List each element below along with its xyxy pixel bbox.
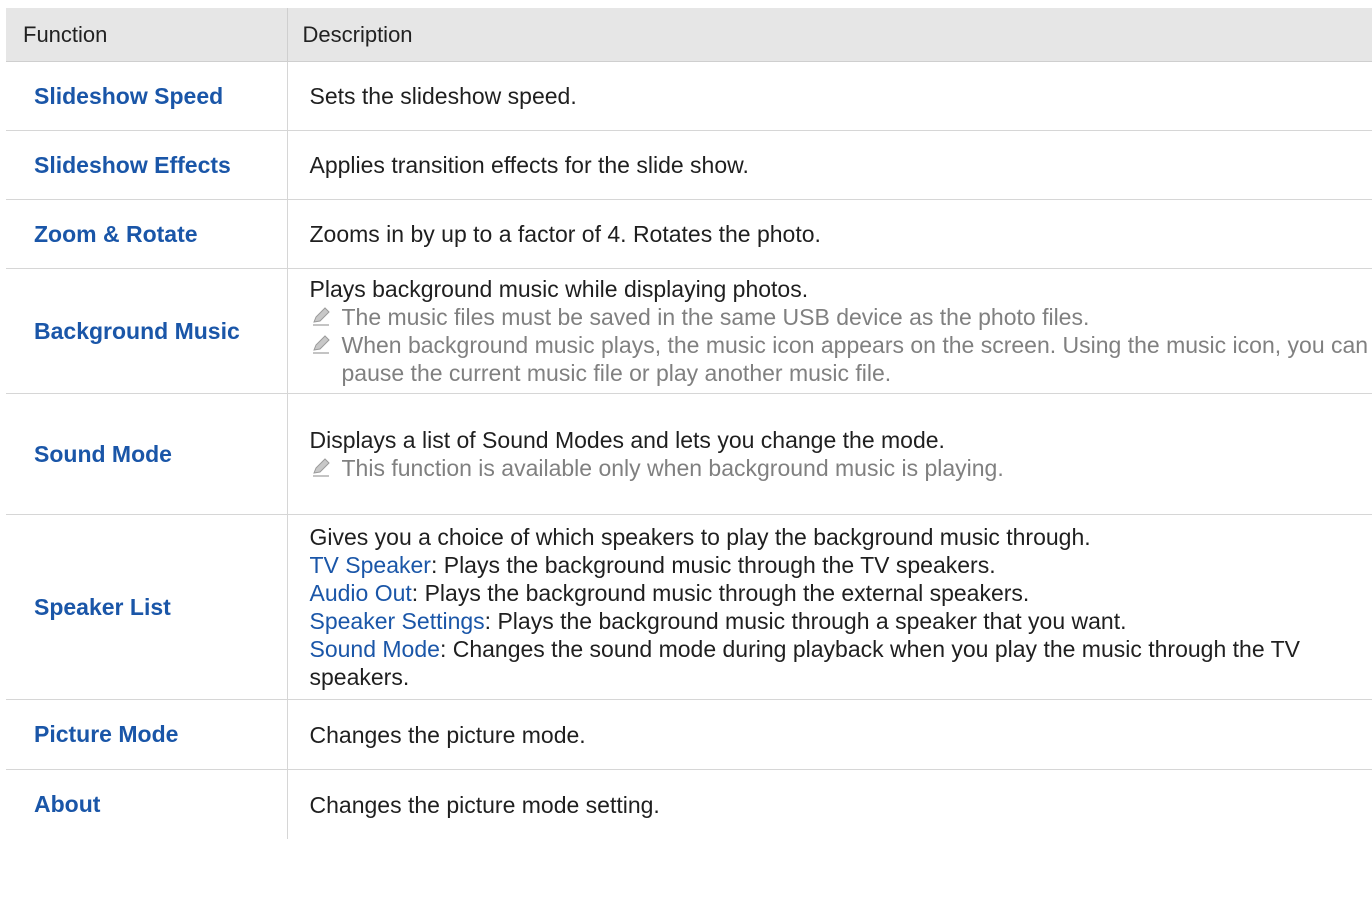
function-name: Slideshow Effects	[6, 130, 287, 200]
function-description: Changes the picture mode setting.	[286, 769, 1372, 839]
function-table: Function Description Slideshow Speed Set…	[6, 8, 1372, 839]
pencil-note-icon	[312, 335, 330, 354]
function-description: Displays a list of Sound Modes and lets …	[286, 393, 1372, 515]
table-row: Picture Mode Changes the picture mode.	[6, 699, 1372, 770]
speaker-option-name: TV Speaker	[309, 552, 431, 578]
note: This function is available only when bac…	[310, 454, 1372, 482]
speaker-option-name: Speaker Settings	[309, 608, 485, 634]
pencil-note-icon	[312, 458, 330, 477]
speaker-option-text: : Plays the background music through the…	[411, 580, 1030, 606]
speaker-option-name: Sound Mode	[309, 636, 440, 662]
speaker-option: Sound Mode: Changes the sound mode durin…	[310, 635, 1372, 691]
note-text: The music files must be saved in the sam…	[341, 304, 1090, 330]
table-row: Slideshow Effects Applies transition eff…	[6, 130, 1372, 200]
description-column-header: Description	[286, 8, 1372, 62]
function-name: Sound Mode	[6, 393, 287, 515]
speaker-option: Speaker Settings: Plays the background m…	[310, 607, 1372, 635]
note-text: This function is available only when bac…	[341, 455, 1004, 481]
page: Function Description Slideshow Speed Set…	[0, 0, 1372, 900]
function-description: Sets the slideshow speed.	[286, 61, 1372, 131]
speaker-option-text: : Changes the sound mode during playback…	[309, 636, 1301, 690]
table-row: Sound Mode Displays a list of Sound Mode…	[6, 393, 1372, 515]
note: When background music plays, the music i…	[310, 331, 1372, 387]
function-description: Changes the picture mode.	[286, 699, 1372, 770]
speaker-option: TV Speaker: Plays the background music t…	[310, 551, 1372, 579]
function-name: Picture Mode	[6, 699, 287, 770]
speaker-option: Audio Out: Plays the background music th…	[310, 579, 1372, 607]
function-column-header: Function	[6, 8, 287, 62]
table-row: Background Music Plays background music …	[6, 268, 1372, 394]
function-description: Applies transition effects for the slide…	[286, 130, 1372, 200]
description-text: Plays background music while displaying …	[309, 276, 809, 302]
table-row: Slideshow Speed Sets the slideshow speed…	[6, 61, 1372, 131]
speaker-option-text: : Plays the background music through a s…	[484, 608, 1127, 634]
function-name: Speaker List	[6, 514, 287, 700]
function-description: Plays background music while displaying …	[286, 268, 1372, 394]
table-header-row: Function Description	[6, 8, 1372, 62]
pencil-note-icon	[312, 307, 330, 326]
description-text: Gives you a choice of which speakers to …	[309, 524, 1091, 550]
note-text: When background music plays, the music i…	[341, 332, 1369, 386]
table-row: Speaker List Gives you a choice of which…	[6, 514, 1372, 700]
speaker-option-text: : Plays the background music through the…	[430, 552, 996, 578]
description-text: Displays a list of Sound Modes and lets …	[309, 427, 945, 453]
table-row: Zoom & Rotate Zooms in by up to a factor…	[6, 199, 1372, 269]
function-description: Zooms in by up to a factor of 4. Rotates…	[286, 199, 1372, 269]
function-name: About	[34, 791, 101, 817]
note: The music files must be saved in the sam…	[310, 303, 1372, 331]
function-name: Slideshow Speed	[6, 61, 287, 131]
function-name: Zoom & Rotate	[6, 199, 287, 269]
speaker-option-name: Audio Out	[309, 580, 412, 606]
function-name: Background Music	[6, 268, 287, 394]
function-description: Gives you a choice of which speakers to …	[286, 514, 1372, 700]
table-row: About Changes the picture mode setting.	[6, 769, 1372, 839]
